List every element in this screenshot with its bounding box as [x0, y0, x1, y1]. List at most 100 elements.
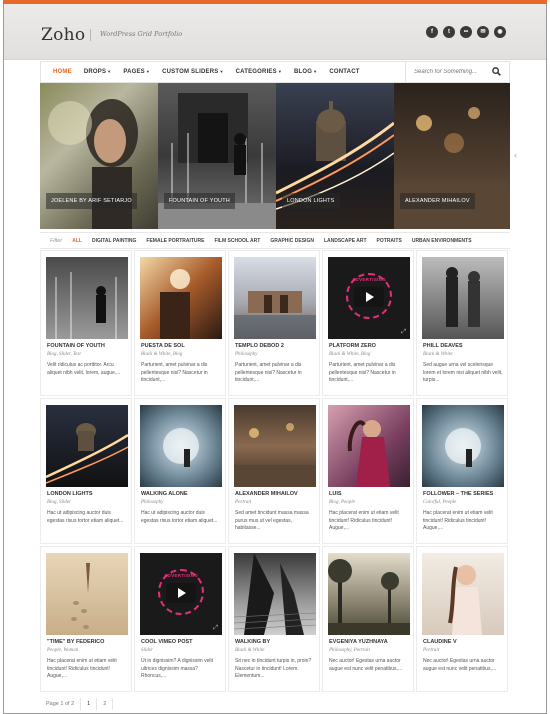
- portfolio-item[interactable]: TEMPLO DEBOD 2 Philosophy Parturient, am…: [228, 250, 320, 396]
- portfolio-item[interactable]: "TIME" BY FEDERICO People, Woman Hac pla…: [40, 546, 132, 692]
- item-title[interactable]: PLATFORM ZERO: [329, 343, 376, 349]
- play-button-icon[interactable]: [354, 287, 384, 307]
- search-input[interactable]: [414, 67, 490, 77]
- portfolio-item[interactable]: WALKING BY Black & White Sit nec in tinc…: [228, 546, 320, 692]
- item-title[interactable]: PHILL DEAVES: [423, 343, 463, 349]
- social-links: f t •• ✉ ◉: [426, 26, 506, 38]
- portfolio-item[interactable]: FOLLOWER – THE SERIES Colorful, People H…: [416, 398, 508, 544]
- item-categories[interactable]: Black & White: [235, 648, 264, 653]
- item-title[interactable]: TEMPLO DEBOD 2: [235, 343, 284, 349]
- filter-digital-painting[interactable]: DIGITAL PAINTING: [92, 238, 136, 244]
- portfolio-item[interactable]: LUIS Blog, People Hac placerat enim ut e…: [322, 398, 414, 544]
- site-header: Zoho WordPress Grid Portfolio f t •• ✉ ◉: [4, 4, 546, 60]
- rss-icon[interactable]: ◉: [494, 26, 506, 38]
- thumbnail-image[interactable]: [46, 553, 128, 635]
- item-categories[interactable]: Philosophy: [235, 352, 258, 357]
- email-icon[interactable]: ✉: [477, 26, 489, 38]
- item-title[interactable]: COOL VIMEO POST: [141, 639, 193, 645]
- slide-alexander-mihailov[interactable]: ALEXANDER MIHAILOV: [394, 83, 510, 229]
- item-categories[interactable]: People, Woman: [47, 648, 78, 653]
- filter-graphic-design[interactable]: GRAPHIC DESIGN: [270, 238, 314, 244]
- item-categories[interactable]: Blog, People: [329, 500, 355, 505]
- item-categories[interactable]: Black & White, Blog: [329, 352, 370, 357]
- chevron-down-icon: ▼: [313, 69, 318, 74]
- page-link-2[interactable]: 2: [97, 698, 114, 710]
- item-categories[interactable]: Slider: [141, 648, 153, 653]
- thumbnail-image[interactable]: [328, 553, 410, 635]
- thumbnail-image[interactable]: [422, 553, 504, 635]
- search-icon[interactable]: [492, 67, 501, 76]
- nav-item-custom-sliders[interactable]: CUSTOM SLIDERS▼: [156, 69, 230, 75]
- main-navigation: HOME DROPS▼ PAGES▼ CUSTOM SLIDERS▼ CATEG…: [40, 61, 510, 83]
- nav-item-blog[interactable]: BLOG▼: [288, 69, 323, 75]
- filter-female-portraiture[interactable]: FEMALE PORTRAITURE: [146, 238, 204, 244]
- portfolio-item[interactable]: LONDON LIGHTS Blog, Slider Hac ut adipis…: [40, 398, 132, 544]
- site-logo[interactable]: Zoho: [41, 25, 85, 45]
- slide-london-lights[interactable]: LONDON LIGHTS: [276, 83, 394, 229]
- facebook-icon[interactable]: f: [426, 26, 438, 38]
- item-title[interactable]: WALKING ALONE: [141, 491, 188, 497]
- thumbnail-image[interactable]: [46, 257, 128, 339]
- filter-urban-environments[interactable]: URBAN ENVIRONMENTS: [412, 238, 472, 244]
- item-title[interactable]: LONDON LIGHTS: [47, 491, 93, 497]
- flickr-icon[interactable]: ••: [460, 26, 472, 38]
- twitter-icon[interactable]: t: [443, 26, 455, 38]
- item-title[interactable]: CLAUDINE V: [423, 639, 457, 645]
- slider-next-arrow-icon[interactable]: ‹: [514, 150, 517, 160]
- item-categories[interactable]: Colorful, People: [423, 500, 456, 505]
- nav-item-pages[interactable]: PAGES▼: [117, 69, 156, 75]
- item-categories[interactable]: Black & White, Blog: [141, 352, 182, 357]
- thumbnail-image[interactable]: [46, 405, 128, 487]
- video-thumbnail[interactable]: ADVERTISING ⤢: [328, 257, 410, 339]
- item-title[interactable]: EVGENIYA YUZHNAYA: [329, 639, 388, 645]
- thumbnail-image[interactable]: [234, 257, 316, 339]
- item-categories[interactable]: Portrait: [423, 648, 439, 653]
- portfolio-item[interactable]: ADVERTISING ⤢ COOL VIMEO POST Slider Ut …: [134, 546, 226, 692]
- portfolio-item[interactable]: EVGENIYA YUZHNAYA Philosophy, Portrait N…: [322, 546, 414, 692]
- fullscreen-icon[interactable]: ⤢: [213, 625, 218, 632]
- thumbnail-image[interactable]: [234, 553, 316, 635]
- portfolio-item[interactable]: PUESTA DE SOL Black & White, Blog Partur…: [134, 250, 226, 396]
- item-title[interactable]: FOUNTAIN OF YOUTH: [47, 343, 105, 349]
- item-title[interactable]: ALEXANDER MIHAILOV: [235, 491, 298, 497]
- item-categories[interactable]: Philosophy, Portrait: [329, 648, 370, 653]
- item-title[interactable]: FOLLOWER – THE SERIES: [423, 491, 493, 497]
- portfolio-item[interactable]: FOUNTAIN OF YOUTH Blog, Slider, Test Vel…: [40, 250, 132, 396]
- nav-item-categories[interactable]: CATEGORIES▼: [230, 69, 288, 75]
- slide-joelene[interactable]: JOELENE BY ARIF SETIARJO: [40, 83, 158, 229]
- thumbnail-image[interactable]: [234, 405, 316, 487]
- chevron-down-icon: ▼: [145, 69, 151, 74]
- item-categories[interactable]: Portrait: [235, 500, 251, 505]
- filter-landscape-art[interactable]: LANDSCAPE ART: [324, 238, 367, 244]
- portfolio-item[interactable]: ADVERTISING ⤢ PLATFORM ZERO Black & Whit…: [322, 250, 414, 396]
- image-slider[interactable]: JOELENE BY ARIF SETIARJO FOUNTAIN OF YOU…: [40, 83, 510, 229]
- thumbnail-image[interactable]: [422, 257, 504, 339]
- filter-potraits[interactable]: POTRAITS: [377, 238, 402, 244]
- portfolio-item[interactable]: ALEXANDER MIHAILOV Portrait Sed amet tin…: [228, 398, 320, 544]
- thumbnail-image[interactable]: [140, 405, 222, 487]
- filter-film-school-art[interactable]: FILM SCHOOL ART: [214, 238, 260, 244]
- portfolio-item[interactable]: WALKING ALONE Philosophy Hac ut adipisci…: [134, 398, 226, 544]
- video-thumbnail[interactable]: ADVERTISING ⤢: [140, 553, 222, 635]
- portfolio-item[interactable]: PHILL DEAVES Black & White Sed augue urn…: [416, 250, 508, 396]
- play-button-icon[interactable]: [166, 583, 196, 603]
- item-title[interactable]: WALKING BY: [235, 639, 270, 645]
- portfolio-item[interactable]: CLAUDINE V Portrait Nec auctor! Egestas …: [416, 546, 508, 692]
- slide-fountain[interactable]: FOUNTAIN OF YOUTH: [158, 83, 276, 229]
- page-link-1[interactable]: 1: [81, 698, 98, 710]
- nav-item-contact[interactable]: CONTACT: [323, 69, 365, 75]
- item-title[interactable]: PUESTA DE SOL: [141, 343, 185, 349]
- item-categories[interactable]: Black & White: [423, 352, 452, 357]
- item-title[interactable]: LUIS: [329, 491, 342, 497]
- thumbnail-image[interactable]: [140, 257, 222, 339]
- item-categories[interactable]: Philosophy: [141, 500, 164, 505]
- filter-all[interactable]: ALL: [72, 238, 82, 244]
- item-categories[interactable]: Blog, Slider: [47, 500, 71, 505]
- nav-item-drops[interactable]: DROPS▼: [78, 69, 118, 75]
- thumbnail-image[interactable]: [328, 405, 410, 487]
- nav-item-home[interactable]: HOME: [47, 69, 78, 75]
- item-categories[interactable]: Blog, Slider, Test: [47, 352, 81, 357]
- fullscreen-icon[interactable]: ⤢: [401, 329, 406, 336]
- thumbnail-image[interactable]: [422, 405, 504, 487]
- item-title[interactable]: "TIME" BY FEDERICO: [47, 639, 104, 645]
